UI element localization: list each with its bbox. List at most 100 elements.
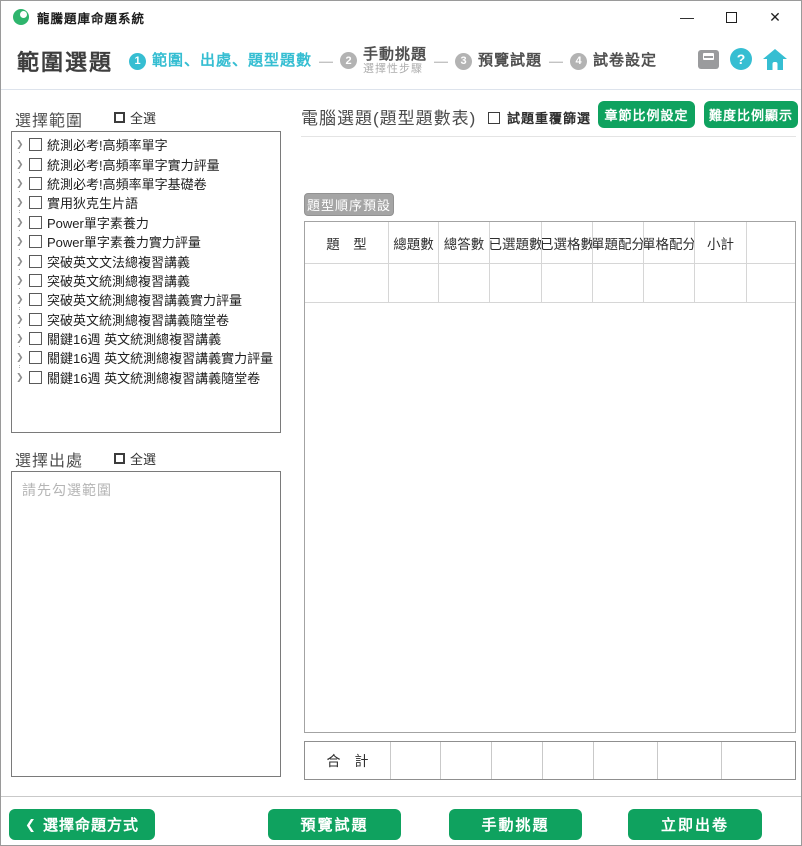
- tree-item[interactable]: ❯突破英文統測總複習講義實力評量: [12, 290, 280, 309]
- tree-item[interactable]: ❯ 關鍵16週 英文統測總複習講義隨堂卷: [12, 368, 280, 387]
- tree-item[interactable]: ❯ 突破英文文法總複習講義: [12, 251, 280, 270]
- item-checkbox[interactable]: [29, 351, 42, 364]
- wizard-steps: 1 範圍、出處、題型題數 — 2 手動挑題 選擇性步驟 — 3 預覽試題 — 4…: [129, 39, 657, 83]
- total-cell: [722, 742, 795, 779]
- difficulty-ratio-button[interactable]: 難度比例顯示: [704, 101, 798, 128]
- item-checkbox[interactable]: [29, 158, 42, 171]
- tree-item[interactable]: ❯Power單字素養力: [12, 213, 280, 232]
- home-door-icon: [773, 62, 778, 70]
- item-checkbox[interactable]: [29, 216, 42, 229]
- tree-item-label: 突破英文統測總複習講義隨堂卷: [47, 310, 229, 329]
- header-cell: 單格配分: [644, 222, 695, 264]
- step-1-number-icon: 1: [129, 53, 146, 70]
- tree-item[interactable]: ❯ 突破英文統測總複習講義隨堂卷: [12, 310, 280, 329]
- tree-item[interactable]: ❯突破英文統測總複習講義: [12, 271, 280, 290]
- duplicate-filter-label: 試題重覆篩選: [507, 108, 591, 127]
- tree-item[interactable]: ❯Power單字素養力實力評量: [12, 232, 280, 251]
- item-checkbox[interactable]: [29, 196, 42, 209]
- item-checkbox[interactable]: [29, 274, 42, 287]
- minimize-button[interactable]: —: [665, 1, 709, 33]
- step-separator: —: [434, 53, 448, 69]
- tree-item-label: 統測必考!高頻率單字: [47, 135, 168, 154]
- chevron-right-icon[interactable]: ❯: [16, 218, 29, 227]
- step-3-preview[interactable]: 3 預覽試題: [455, 52, 542, 69]
- preview-questions-button[interactable]: 預覽試題: [268, 809, 401, 840]
- total-row: 合 計: [304, 741, 796, 780]
- step-2-label: 手動挑題: [363, 46, 427, 63]
- close-button[interactable]: ✕: [753, 1, 797, 33]
- chapter-ratio-button[interactable]: 章節比例設定: [598, 101, 695, 128]
- tree-item-label: 關鍵16週 英文統測總複習講義隨堂卷: [47, 368, 260, 387]
- header-cell: 小計: [695, 222, 747, 264]
- tree-item[interactable]: ❯關鍵16週 英文統測總複習講義: [12, 329, 280, 348]
- chevron-right-icon[interactable]: ❯: [16, 257, 29, 266]
- chevron-right-icon[interactable]: ❯: [16, 198, 29, 207]
- chevron-right-icon[interactable]: ❯: [16, 353, 29, 362]
- item-checkbox[interactable]: [29, 177, 42, 190]
- table-cell: [593, 264, 644, 303]
- item-checkbox[interactable]: [29, 313, 42, 326]
- header-cell: 已選題數: [490, 222, 542, 264]
- header-cell: 題 型: [305, 222, 389, 264]
- source-placeholder: 請先勾選範圍: [12, 472, 280, 500]
- nav-action-icons: ?: [698, 48, 787, 70]
- header-cell: 已選格數: [542, 222, 593, 264]
- step-2-sublabel: 選擇性步驟: [363, 63, 427, 76]
- tree-item-label: 突破英文文法總複習講義: [47, 252, 190, 271]
- item-checkbox[interactable]: [29, 255, 42, 268]
- item-checkbox[interactable]: [29, 293, 42, 306]
- step-4-label: 試卷設定: [593, 52, 657, 69]
- table-row: [305, 264, 795, 303]
- table-cell: [490, 264, 542, 303]
- range-select-all[interactable]: 全選: [114, 108, 156, 127]
- manual-pick-button[interactable]: 手動挑題: [449, 809, 582, 840]
- tree-item[interactable]: ❯ 實用狄克生片語: [12, 193, 280, 212]
- back-to-method-button[interactable]: ❮ 選擇命題方式: [9, 809, 155, 840]
- source-select-all-checkbox[interactable]: [114, 453, 125, 464]
- header-divider: [1, 89, 802, 90]
- total-cell: [543, 742, 594, 779]
- save-icon[interactable]: [698, 50, 719, 69]
- step-2-manual-pick[interactable]: 2 手動挑題 選擇性步驟: [340, 46, 427, 76]
- item-checkbox[interactable]: [29, 235, 42, 248]
- duplicate-filter[interactable]: 試題重覆篩選: [488, 108, 591, 127]
- table-cell: [644, 264, 695, 303]
- source-select-all[interactable]: 全選: [114, 449, 156, 468]
- item-checkbox[interactable]: [29, 138, 42, 151]
- range-select-all-label: 全選: [130, 108, 156, 127]
- help-icon[interactable]: ?: [730, 48, 752, 70]
- chevron-right-icon[interactable]: ❯: [16, 334, 29, 343]
- duplicate-filter-checkbox[interactable]: [488, 112, 500, 124]
- chevron-right-icon[interactable]: ❯: [16, 315, 29, 324]
- step-4-paper-settings[interactable]: 4 試卷設定: [570, 52, 657, 69]
- step-3-label: 預覽試題: [478, 52, 542, 69]
- computer-panel-divider: [301, 136, 796, 137]
- range-panel-title: 選擇範圍: [15, 107, 83, 131]
- tree-item[interactable]: ❯ 統測必考!高頻率單字: [12, 135, 280, 154]
- chevron-right-icon[interactable]: ❯: [16, 160, 29, 169]
- tree-item[interactable]: ❯統測必考!高頻率單字基礎卷: [12, 174, 280, 193]
- chevron-right-icon[interactable]: ❯: [16, 295, 29, 304]
- range-select-all-checkbox[interactable]: [114, 112, 125, 123]
- step-separator: —: [319, 53, 333, 69]
- chevron-right-icon[interactable]: ❯: [16, 373, 29, 382]
- item-checkbox[interactable]: [29, 332, 42, 345]
- total-cell: [658, 742, 722, 779]
- step-1-range[interactable]: 1 範圍、出處、題型題數: [129, 52, 312, 69]
- step-1-label: 範圍、出處、題型題數: [152, 52, 312, 69]
- chevron-right-icon[interactable]: ❯: [16, 237, 29, 246]
- header-cell: 總答數: [439, 222, 490, 264]
- chevron-right-icon[interactable]: ❯: [16, 276, 29, 285]
- generate-paper-button[interactable]: 立即出卷: [628, 809, 762, 840]
- maximize-button[interactable]: [709, 1, 753, 33]
- type-order-tag[interactable]: 題型順序預設: [304, 193, 394, 216]
- tree-item[interactable]: ❯關鍵16週 英文統測總複習講義實力評量: [12, 348, 280, 367]
- tree-item-label: 實用狄克生片語: [47, 193, 138, 212]
- chevron-right-icon[interactable]: ❯: [16, 179, 29, 188]
- question-type-table: 題 型 總題數 總答數 已選題數 已選格數 單題配分 單格配分 小計: [304, 221, 796, 733]
- tree-item[interactable]: ❯統測必考!高頻率單字實力評量: [12, 154, 280, 173]
- home-icon[interactable]: [763, 49, 787, 70]
- item-checkbox[interactable]: [29, 371, 42, 384]
- step-separator: —: [549, 53, 563, 69]
- chevron-right-icon[interactable]: ❯: [16, 140, 29, 149]
